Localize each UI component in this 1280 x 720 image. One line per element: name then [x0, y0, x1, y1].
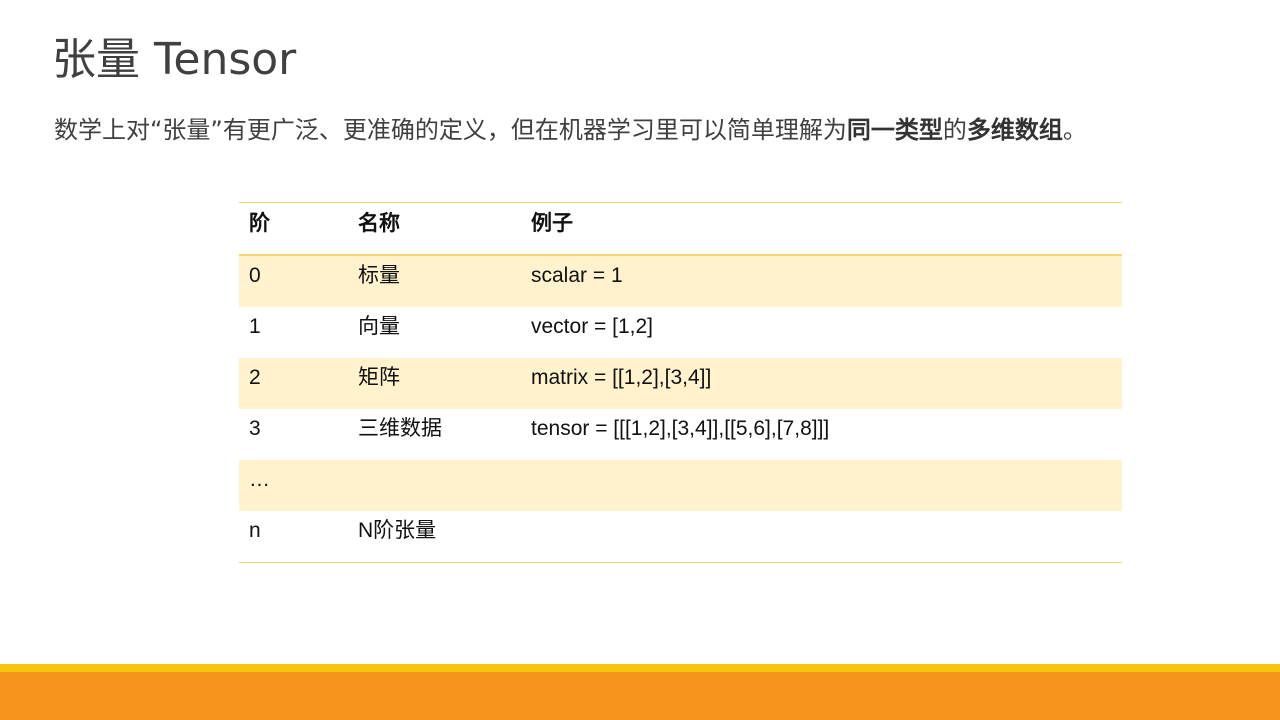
- cell-order: 0: [239, 255, 348, 307]
- footer-accent-stripe: [0, 664, 1280, 672]
- cell-name: 矩阵: [348, 358, 521, 409]
- cell-order: n: [249, 519, 261, 542]
- table-row: 0 标量 scalar = 1: [239, 255, 1122, 307]
- header-name: 名称: [348, 202, 521, 256]
- table-row: n N阶张量: [239, 511, 1122, 563]
- table-row: 1 向量 vector = [1,2]: [239, 307, 1122, 358]
- cell-name: [348, 460, 521, 511]
- cell-example: [521, 460, 1122, 511]
- subtitle-text-3: 。: [1062, 116, 1087, 144]
- header-example: 例子: [521, 202, 1122, 256]
- cell-name: 三维数据: [358, 417, 442, 440]
- header-order: 阶: [239, 202, 348, 256]
- cell-order: …: [239, 460, 348, 511]
- cell-order: 2: [239, 358, 348, 409]
- cell-example: matrix = [[1,2],[3,4]]: [521, 358, 1122, 409]
- table-row: 2 矩阵 matrix = [[1,2],[3,4]]: [239, 358, 1122, 409]
- tensor-rank-table: 阶 名称 例子 0 标量 scalar = 1 1 向量 vector = [1…: [239, 202, 1122, 563]
- cell-name: 向量: [358, 315, 400, 338]
- table-row: 3 三维数据 tensor = [[[1,2],[3,4]],[[5,6],[7…: [239, 409, 1122, 460]
- slide-subtitle: 数学上对“张量”有更广泛、更准确的定义，但在机器学习里可以简单理解为同一类型的多…: [54, 112, 1087, 148]
- subtitle-bold-multidim-array: 多维数组: [966, 116, 1063, 144]
- slide-title: 张量 Tensor: [52, 34, 297, 85]
- cell-example: vector = [1,2]: [531, 315, 653, 338]
- cell-name: N阶张量: [358, 519, 437, 542]
- table-header-row: 阶 名称 例子: [239, 202, 1122, 256]
- cell-order: 1: [249, 315, 261, 338]
- cell-example: tensor = [[[1,2],[3,4]],[[5,6],[7,8]]]: [531, 417, 830, 440]
- footer-bar: [0, 672, 1280, 720]
- cell-order: 3: [249, 417, 261, 440]
- subtitle-bold-same-type: 同一类型: [846, 116, 943, 144]
- subtitle-text-2: 的: [942, 116, 967, 144]
- cell-example: [521, 511, 1122, 563]
- cell-example: scalar = 1: [521, 255, 1122, 307]
- table-row: …: [239, 460, 1122, 511]
- cell-name: 标量: [348, 255, 521, 307]
- subtitle-text-1: 数学上对“张量”有更广泛、更准确的定义，但在机器学习里可以简单理解为: [54, 116, 847, 144]
